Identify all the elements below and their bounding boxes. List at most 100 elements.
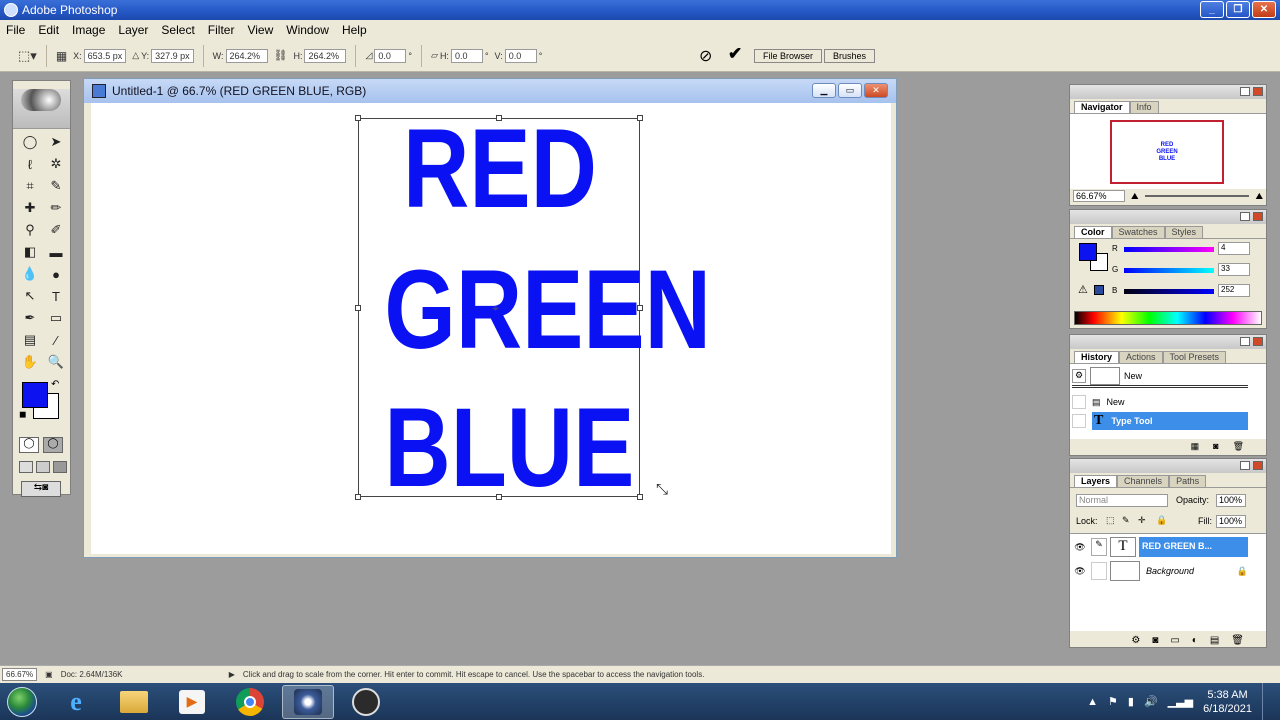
fill-input[interactable]: 100% bbox=[1216, 515, 1246, 528]
layer-row-background[interactable]: 👁 Background 🔒 bbox=[1072, 560, 1248, 582]
doc-close-button[interactable]: ✕ bbox=[864, 83, 888, 98]
taskbar-internet-explorer[interactable]: e bbox=[50, 685, 102, 719]
handle-bottom-center[interactable] bbox=[496, 494, 502, 500]
reference-point-center-icon[interactable]: ⌖ bbox=[492, 301, 499, 316]
taskbar-media-player[interactable]: ▶ bbox=[166, 685, 218, 719]
screen-mode-standard-icon[interactable] bbox=[19, 461, 33, 473]
handle-middle-left[interactable] bbox=[355, 305, 361, 311]
eraser-tool-icon[interactable]: ◧ bbox=[18, 242, 42, 262]
tab-actions[interactable]: Actions bbox=[1119, 351, 1163, 363]
gamut-swatch[interactable] bbox=[1094, 285, 1104, 295]
status-zoom-input[interactable]: 66.67% bbox=[2, 668, 38, 681]
show-desktop-button[interactable] bbox=[1262, 683, 1272, 720]
layer-link-brush-icon[interactable]: ✎ bbox=[1091, 538, 1107, 556]
brush-tool-icon[interactable]: ✏ bbox=[44, 198, 68, 218]
lasso-tool-icon[interactable]: ℓ bbox=[18, 154, 42, 174]
crop-tool-icon[interactable]: ⌗ bbox=[18, 176, 42, 196]
menu-edit[interactable]: Edit bbox=[38, 23, 59, 37]
tab-styles[interactable]: Styles bbox=[1164, 226, 1204, 238]
background-visibility-eye-icon[interactable]: 👁 bbox=[1072, 566, 1088, 577]
navigator-thumbnail[interactable]: RED GREEN BLUE bbox=[1110, 120, 1224, 184]
file-browser-well[interactable]: File Browser bbox=[754, 49, 823, 63]
gradient-tool-icon[interactable]: ▬ bbox=[44, 242, 68, 262]
tab-paths[interactable]: Paths bbox=[1169, 475, 1207, 487]
zoom-slider[interactable] bbox=[1144, 195, 1250, 197]
screen-mode-full-icon[interactable] bbox=[53, 461, 67, 473]
swap-colors-icon[interactable]: ↶ bbox=[51, 379, 59, 390]
b-slider[interactable] bbox=[1124, 289, 1214, 294]
layer-row-text[interactable]: 👁 ✎ T RED GREEN B... bbox=[1072, 536, 1248, 558]
marquee-tool-icon[interactable]: ◯ bbox=[18, 132, 42, 152]
screen-mode-full-menu-icon[interactable] bbox=[36, 461, 50, 473]
magic-wand-tool-icon[interactable]: ✲ bbox=[44, 154, 68, 174]
eyedropper-tool-icon[interactable]: ⁄ bbox=[44, 330, 68, 350]
restore-button[interactable]: ❐ bbox=[1226, 1, 1250, 18]
link-icon[interactable]: ⛓ bbox=[274, 49, 288, 62]
history-item-new[interactable]: ▤ New bbox=[1072, 394, 1248, 410]
menu-help[interactable]: Help bbox=[342, 23, 367, 37]
handle-top-right[interactable] bbox=[637, 115, 643, 121]
shape-tool-icon[interactable]: ▭ bbox=[44, 308, 68, 328]
opacity-input[interactable]: 100% bbox=[1216, 494, 1246, 507]
pen-tool-icon[interactable]: ✒ bbox=[18, 308, 42, 328]
g-value-input[interactable]: 33 bbox=[1218, 263, 1250, 276]
color-spectrum-bar[interactable] bbox=[1074, 311, 1262, 325]
handle-bottom-left[interactable] bbox=[355, 494, 361, 500]
history-brush-tool-icon[interactable]: ✐ bbox=[44, 220, 68, 240]
jump-to-imageready-icon[interactable]: ⇆◙ bbox=[21, 481, 61, 497]
transform-bounding-box[interactable]: RED GREEN BLUE ⌖ bbox=[355, 109, 711, 507]
handle-bottom-right[interactable] bbox=[637, 494, 643, 500]
b-value-input[interactable]: 252 bbox=[1218, 284, 1250, 297]
document-canvas[interactable]: RED GREEN BLUE ⌖ ⤡ bbox=[91, 103, 891, 554]
reference-point-icon[interactable]: ▦ bbox=[56, 49, 67, 63]
foreground-color-swatch[interactable] bbox=[22, 382, 48, 408]
tab-swatches[interactable]: Swatches bbox=[1111, 226, 1165, 238]
navigator-zoom-input[interactable]: 66.67% bbox=[1073, 190, 1125, 202]
clone-stamp-tool-icon[interactable]: ⚲ bbox=[18, 220, 42, 240]
new-layer-icon[interactable]: ▤ bbox=[1210, 635, 1219, 646]
handle-top-center[interactable] bbox=[496, 115, 502, 121]
notes-tool-icon[interactable]: ▤ bbox=[18, 330, 42, 350]
brushes-well[interactable]: Brushes bbox=[824, 49, 876, 63]
tab-navigator[interactable]: Navigator bbox=[1074, 101, 1130, 113]
network-icon[interactable]: ▁▃▅ bbox=[1168, 695, 1193, 708]
taskbar-clock[interactable]: 5:38 AM 6/18/2021 bbox=[1203, 688, 1252, 716]
lock-transparency-icon[interactable]: ⬚ bbox=[1106, 515, 1115, 526]
doc-minimize-button[interactable]: ▁ bbox=[812, 83, 836, 98]
dodge-tool-icon[interactable]: ● bbox=[44, 264, 68, 284]
tool-preset-picker-icon[interactable]: ⬚▾ bbox=[18, 48, 37, 64]
volume-icon[interactable]: 🔊 bbox=[1144, 695, 1158, 708]
menu-file[interactable]: File bbox=[6, 23, 25, 37]
color-panel-fg-swatch[interactable] bbox=[1079, 243, 1097, 261]
menu-view[interactable]: View bbox=[247, 23, 273, 37]
status-menu-arrow-icon[interactable]: ▶ bbox=[229, 670, 235, 679]
quick-mask-mode-icon[interactable]: ◯ bbox=[43, 437, 63, 453]
standard-mode-icon[interactable]: ◯ bbox=[19, 437, 39, 453]
new-snapshot-icon[interactable]: ◙ bbox=[1213, 441, 1218, 452]
lock-position-icon[interactable]: ✛ bbox=[1138, 515, 1146, 526]
tab-history[interactable]: History bbox=[1074, 351, 1120, 363]
taskbar-chrome[interactable] bbox=[224, 685, 276, 719]
history-snapshot-row[interactable]: ⚙ New bbox=[1072, 366, 1248, 388]
tab-tool-presets[interactable]: Tool Presets bbox=[1162, 351, 1227, 363]
skew-v-input[interactable]: 0.0 bbox=[504, 48, 537, 63]
zoom-tool-icon[interactable]: 🔍 bbox=[44, 352, 68, 372]
action-center-flag-icon[interactable]: ⚑ bbox=[1108, 695, 1118, 708]
show-hidden-icons-icon[interactable]: ▲ bbox=[1087, 696, 1098, 708]
zoom-in-icon[interactable]: ⛰ bbox=[1255, 191, 1263, 202]
handle-top-left[interactable] bbox=[355, 115, 361, 121]
menu-image[interactable]: Image bbox=[72, 23, 105, 37]
tab-layers[interactable]: Layers bbox=[1074, 475, 1118, 487]
r-value-input[interactable]: 4 bbox=[1218, 242, 1250, 255]
taskbar-obs[interactable] bbox=[340, 685, 392, 719]
history-item-type-tool[interactable]: T Type Tool bbox=[1072, 412, 1248, 430]
commit-transform-icon[interactable]: ✔ bbox=[728, 44, 742, 64]
taskbar-file-explorer[interactable] bbox=[108, 685, 160, 719]
delete-state-icon[interactable]: 🗑 bbox=[1233, 441, 1244, 452]
handle-middle-right[interactable] bbox=[637, 305, 643, 311]
menu-select[interactable]: Select bbox=[161, 23, 194, 37]
start-button[interactable] bbox=[0, 684, 44, 720]
lock-image-icon[interactable]: ✎ bbox=[1122, 515, 1130, 526]
tab-channels[interactable]: Channels bbox=[1117, 475, 1170, 487]
layer-visibility-eye-icon[interactable]: 👁 bbox=[1072, 542, 1088, 553]
